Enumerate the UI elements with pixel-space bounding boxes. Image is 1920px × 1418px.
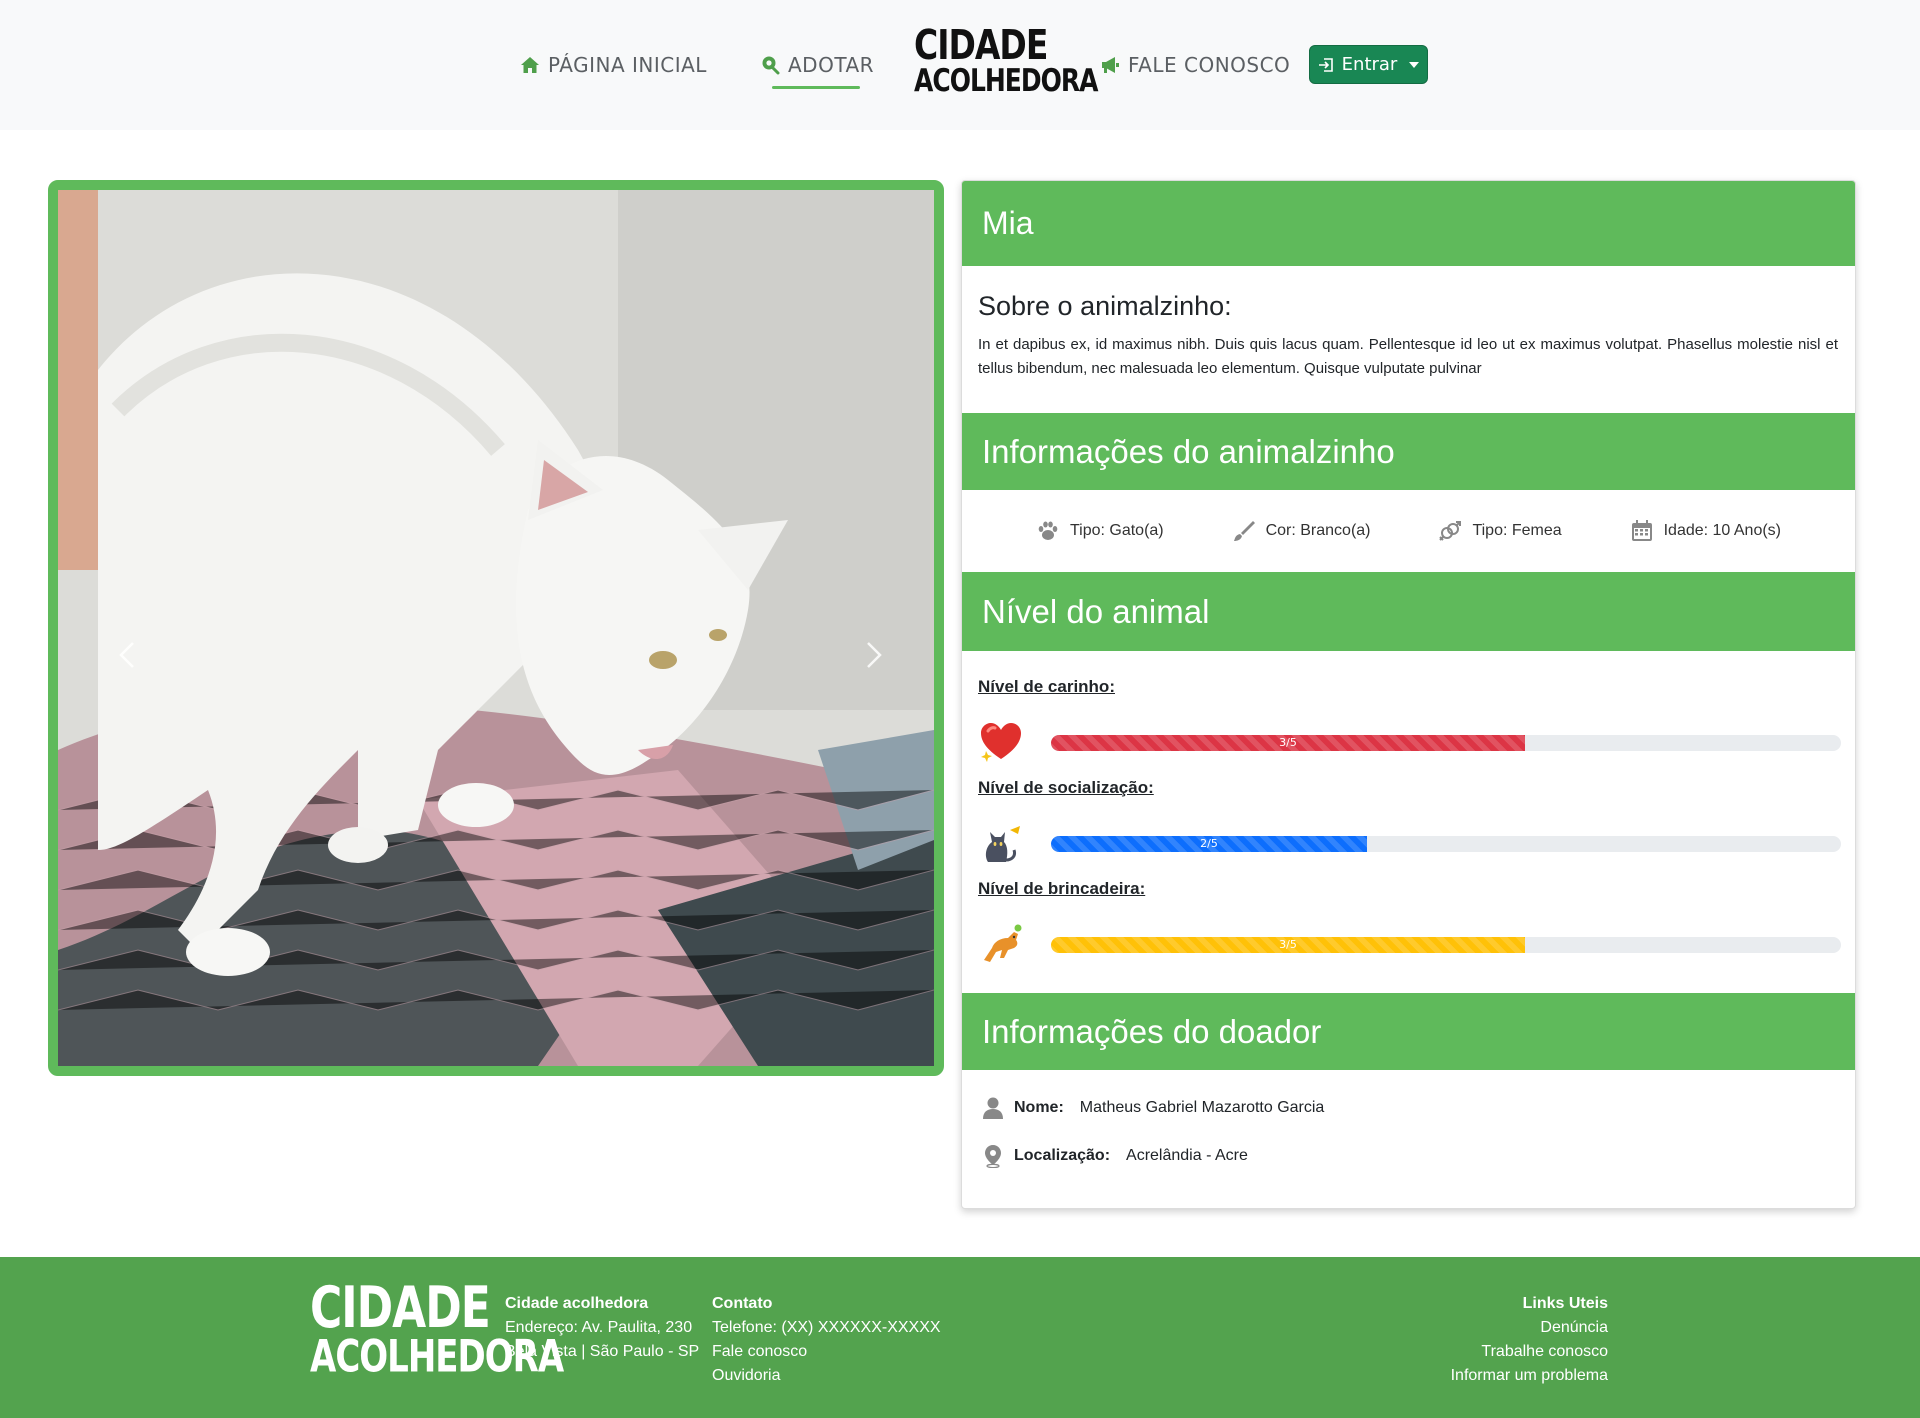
footer-ombudsman-link[interactable]: Ouvidoria: [712, 1364, 941, 1388]
nav-home-label: PÁGINA INICIAL: [548, 53, 707, 77]
level-social-progress: 2/5: [1051, 836, 1841, 852]
cat-icon: [985, 826, 1020, 862]
nav-contact-link[interactable]: FALE CONOSCO: [1100, 48, 1290, 82]
site-logo[interactable]: CIDADE ACOLHEDORA: [914, 23, 1098, 100]
donor-location: Acrelândia - Acre: [1126, 1147, 1248, 1164]
levels-header: Nível do animal: [962, 572, 1855, 651]
level-affection-text: 3/5: [1279, 736, 1297, 749]
fact-age: Idade: 10 Ano(s): [1630, 511, 1781, 551]
pet-name: Mia: [982, 205, 1034, 241]
active-underline: [772, 86, 861, 89]
login-dropdown-button[interactable]: Entrar: [1309, 45, 1428, 84]
location-pin-icon: [985, 1145, 1001, 1168]
pet-info-title: Informações do animalzinho: [982, 432, 1395, 470]
pet-name-header: Mia: [962, 181, 1855, 266]
fact-age-label: Idade: 10 Ano(s): [1663, 522, 1782, 539]
footer-org-title: Cidade acolhedora: [505, 1295, 649, 1312]
footer-address-line2: Bela Vista | São Paulo - SP: [505, 1343, 700, 1360]
fact-type: Tipo: Gato(a): [1036, 511, 1164, 551]
carousel-next-icon[interactable]: [858, 635, 888, 675]
donor-title: Informações do doador: [982, 1012, 1322, 1050]
pet-photo: [58, 190, 934, 1066]
footer-address-line1: Endereço: Av. Paulita, 230: [505, 1319, 693, 1336]
footer-links: Links Uteis Denúncia Trabalhe conosco In…: [1451, 1292, 1608, 1388]
levels-title: Nível do animal: [982, 592, 1210, 630]
level-play-label: Nível de brincadeira:: [978, 879, 1146, 898]
heart-icon: [981, 723, 1021, 762]
level-play-progress: 3/5: [1051, 937, 1841, 953]
footer-phone: Telefone: (XX) XXXXXX-XXXXX: [712, 1319, 941, 1336]
fact-type-label: Tipo: Gato(a): [1069, 522, 1164, 539]
about-text: In et dapibus ex, id maximus nibh. Duis …: [978, 336, 1838, 377]
pet-info-card: Mia Sobre o animalzinho: In et dapibus e…: [961, 180, 1856, 1209]
footer-contact-link[interactable]: Fale conosco: [712, 1340, 941, 1364]
pet-photo-carousel[interactable]: [48, 180, 944, 1076]
level-affection-bar: 3/5: [1051, 735, 1525, 751]
megaphone-icon: [1102, 57, 1119, 73]
user-icon: [983, 1097, 1003, 1119]
pet-info-header: Informações do animalzinho: [962, 413, 1855, 490]
donor-location-row: Localização: Acrelândia - Acre: [982, 1144, 1248, 1168]
logo-line2: ACOLHEDORA: [914, 62, 1098, 99]
search-location-icon: [762, 56, 780, 75]
paw-icon: [1038, 521, 1058, 540]
playing-dog-icon: [984, 924, 1022, 962]
fact-color-label: Cor: Branco(a): [1265, 522, 1371, 539]
login-label: Entrar: [1341, 54, 1398, 75]
footer-address: Cidade acolhedora Endereço: Av. Paulita,…: [505, 1292, 699, 1364]
footer-link-report[interactable]: Denúncia: [1451, 1316, 1608, 1340]
level-play-bar: 3/5: [1051, 937, 1525, 953]
brush-icon: [1233, 521, 1255, 541]
footer-contact-title: Contato: [712, 1295, 773, 1312]
gender-icon: [1439, 521, 1462, 541]
footer-contact: Contato Telefone: (XX) XXXXXX-XXXXX Fale…: [712, 1292, 941, 1388]
calendar-icon: [1631, 520, 1652, 541]
fact-gender: Tipo: Femea: [1438, 511, 1562, 551]
chevron-down-icon: [1409, 61, 1420, 68]
level-affection-progress: 3/5: [1051, 735, 1841, 751]
fact-gender-label: Tipo: Femea: [1472, 522, 1562, 539]
footer-logo: CIDADE ACOLHEDORA: [310, 1280, 564, 1387]
footer-link-careers[interactable]: Trabalhe conosco: [1451, 1340, 1608, 1364]
pet-facts: Tipo: Gato(a) Cor: Branco(a) Tipo: Femea…: [962, 511, 1855, 551]
nav-adopt-link[interactable]: ADOTAR: [760, 48, 875, 89]
donor-name-label: Nome:: [1014, 1099, 1064, 1116]
about-title: Sobre o animalzinho:: [978, 291, 1232, 321]
level-play-text: 3/5: [1279, 938, 1297, 951]
footer-links-title: Links Uteis: [1522, 1295, 1608, 1312]
nav-home-link[interactable]: PÁGINA INICIAL: [520, 48, 707, 82]
nav-contact-label: FALE CONOSCO: [1128, 53, 1291, 77]
donor-header: Informações do doador: [962, 993, 1855, 1070]
donor-name: Matheus Gabriel Mazarotto Garcia: [1079, 1099, 1325, 1116]
donor-name-row: Nome: Matheus Gabriel Mazarotto Garcia: [982, 1096, 1324, 1120]
fact-color: Cor: Branco(a): [1232, 511, 1371, 551]
carousel-prev-icon[interactable]: [113, 635, 143, 675]
footer-logo-line2: ACOLHEDORA: [310, 1331, 564, 1383]
level-social-text: 2/5: [1200, 837, 1218, 850]
login-icon: [1318, 57, 1333, 72]
navbar: PÁGINA INICIAL ADOTAR CIDADE ACOLHEDORA …: [0, 0, 1920, 130]
nav-adopt-label: ADOTAR: [788, 53, 875, 77]
level-social-bar: 2/5: [1051, 836, 1367, 852]
level-affection-label: Nível de carinho:: [978, 677, 1115, 696]
footer: CIDADE ACOLHEDORA Cidade acolhedora Ende…: [0, 1257, 1920, 1418]
level-social-label: Nível de socialização:: [978, 778, 1154, 797]
donor-location-label: Localização:: [1014, 1147, 1111, 1164]
home-icon: [521, 57, 539, 73]
footer-link-problem[interactable]: Informar um problema: [1451, 1364, 1608, 1388]
